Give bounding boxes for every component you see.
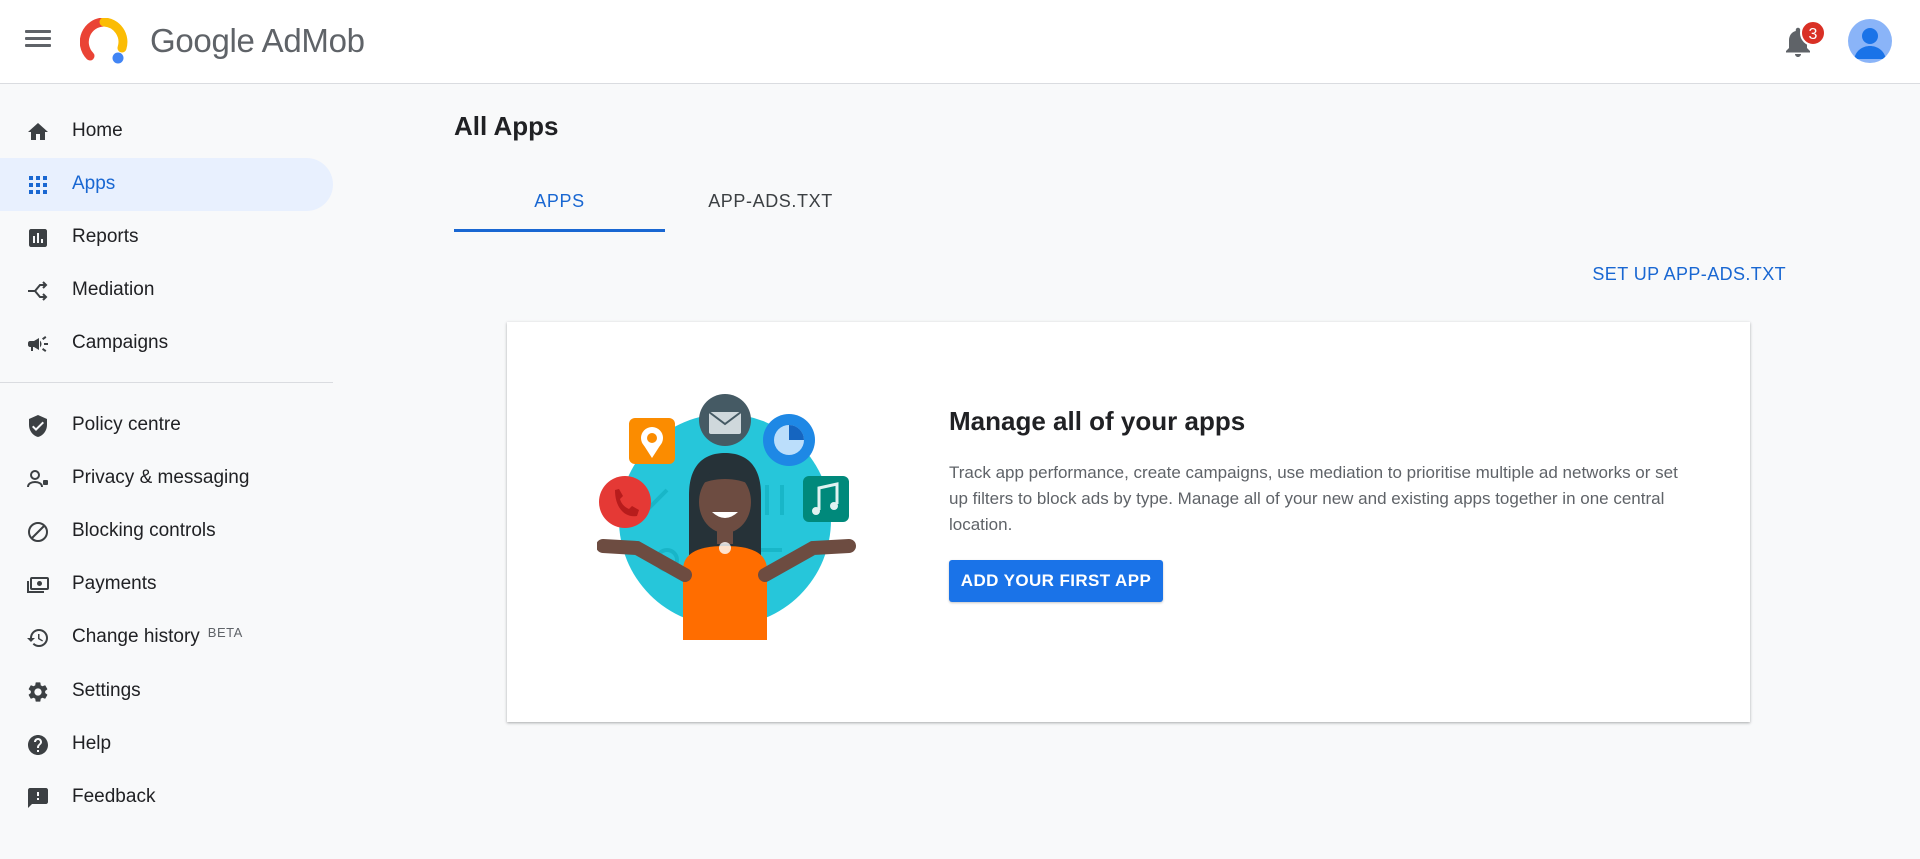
sidebar-item-label: Campaigns: [72, 332, 169, 353]
help-icon: [28, 735, 48, 755]
top-app-bar: Google AdMob 3: [0, 0, 1920, 84]
payments-icon: [27, 577, 49, 593]
sidebar-item-settings[interactable]: Settings: [0, 665, 333, 718]
tab-app-ads-txt[interactable]: APP-ADS.TXT: [665, 180, 876, 232]
sidebar-item-label: Reports: [72, 226, 139, 247]
shield-check-icon: [29, 415, 47, 437]
sidebar-item-payments[interactable]: Payments: [0, 558, 333, 611]
sidebar-item-mediation[interactable]: Mediation: [0, 264, 333, 317]
sidebar-item-label: Payments: [72, 573, 157, 594]
notification-badge: 3: [1800, 20, 1826, 46]
bar-chart-icon: [29, 229, 47, 247]
setup-app-ads-txt-link[interactable]: SET UP APP-ADS.TXT: [1540, 264, 1786, 285]
sidebar-item-label: Blocking controls: [72, 520, 216, 541]
sidebar-item-label: Mediation: [72, 279, 155, 300]
sidebar-item-privacy-messaging[interactable]: Privacy & messaging: [0, 452, 333, 505]
person-privacy-icon: [27, 470, 48, 488]
sidebar-item-reports[interactable]: Reports: [0, 211, 333, 264]
gear-icon: [28, 682, 48, 702]
add-first-app-button[interactable]: ADD YOUR FIRST APP: [949, 560, 1163, 602]
empty-state-card: Manage all of your apps Track app perfor…: [507, 322, 1750, 722]
feedback-icon: [28, 788, 48, 808]
admob-logo[interactable]: [80, 18, 128, 66]
manage-apps-illustration: [597, 394, 856, 640]
block-icon: [28, 522, 48, 542]
sidebar-item-blocking-controls[interactable]: Blocking controls: [0, 505, 333, 558]
account-icon: [1854, 28, 1886, 59]
card-description: Track app performance, create campaigns,…: [949, 463, 1678, 534]
sidebar-item-label: Feedback: [72, 786, 156, 807]
sidebar-item-campaigns[interactable]: Campaigns: [0, 317, 333, 370]
card-title: Manage all of your apps: [949, 406, 1246, 436]
product-name[interactable]: Google AdMob: [150, 22, 365, 60]
sidebar-item-feedback[interactable]: Feedback: [0, 771, 333, 824]
sidebar-divider: [0, 382, 333, 383]
tab-apps[interactable]: APPS: [454, 180, 665, 232]
beta-badge: BETA: [207, 625, 243, 640]
megaphone-icon: [28, 336, 48, 352]
sidebar-item-help[interactable]: Help: [0, 718, 333, 771]
sidebar-item-label: Settings: [72, 680, 141, 701]
apps-grid-icon: [29, 176, 47, 194]
sidebar-item-label: Home: [72, 120, 123, 141]
history-icon: [27, 629, 48, 647]
sidebar-item-policy-centre[interactable]: Policy centre: [0, 399, 333, 452]
sidebar-item-apps[interactable]: Apps: [0, 158, 333, 211]
menu-icon[interactable]: [22, 27, 54, 55]
account-avatar[interactable]: [1848, 19, 1892, 63]
sidebar-item-home[interactable]: Home: [0, 105, 333, 158]
sidebar-item-label: Privacy & messaging: [72, 467, 250, 488]
sidebar-item-change-history[interactable]: Change history BETA: [0, 611, 333, 664]
page-title: All Apps: [454, 111, 559, 141]
sidebar-item-label: Change history BETA: [72, 625, 243, 648]
sidebar-item-label: Policy centre: [72, 414, 181, 435]
sidebar-item-change-history-text: Change history: [72, 626, 200, 647]
home-icon: [28, 123, 48, 140]
mediation-icon: [28, 281, 48, 301]
sidebar-item-label: Apps: [72, 173, 116, 194]
sidebar-item-label: Help: [72, 733, 112, 754]
sidebar-nav: Home Apps Reports Mediation Campaigns Po…: [0, 85, 333, 859]
